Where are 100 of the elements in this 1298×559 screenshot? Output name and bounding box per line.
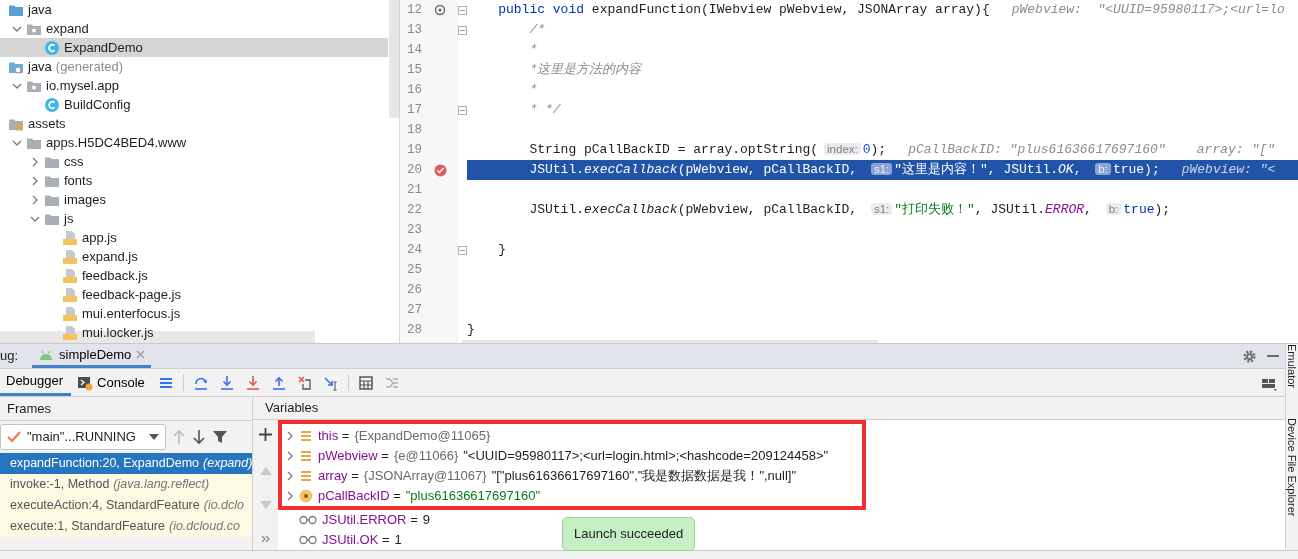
override-icon[interactable] — [434, 4, 446, 16]
line-number: 16 — [406, 82, 422, 99]
line-number: 24 — [406, 242, 422, 259]
session-tab[interactable]: simpleDemo — [32, 344, 152, 368]
tree-item-label[interactable]: assets — [28, 113, 66, 134]
calculator-icon[interactable] — [357, 374, 374, 391]
line-number: 20 — [406, 162, 422, 179]
variable-name[interactable]: this = — [318, 426, 350, 446]
tree-item-label[interactable]: css — [64, 151, 84, 172]
scrollbar[interactable] — [462, 340, 878, 343]
stack-frame[interactable]: expandFunction:20, ExpandDemo (expand) — [0, 453, 252, 474]
close-icon[interactable] — [136, 350, 146, 359]
tool-window-button[interactable]: Device File Explorer — [1286, 418, 1298, 517]
js-file-icon — [62, 229, 78, 246]
tree-item-label[interactable]: fonts — [64, 170, 93, 191]
tree-item-label[interactable]: expand.js — [82, 246, 138, 267]
force-step-into-icon[interactable] — [244, 374, 261, 391]
code-line: String pCallBackID = array.optString( index: 0); — [528, 141, 887, 160]
code-line: JSUtil.execCallback(pWebview, pCallBackID, s1: "打印失败！", JSUtil.ERROR, b: true); — [528, 201, 1171, 220]
drop-frame-icon[interactable] — [296, 374, 313, 391]
variable-name[interactable]: pWebview = — [318, 446, 389, 466]
step-into-icon[interactable] — [218, 374, 235, 391]
variable-name[interactable]: array = — [318, 466, 359, 486]
code-line: *这里是方法的内容 — [528, 61, 642, 80]
run-to-cursor-icon[interactable] — [322, 374, 339, 391]
tree-item-label[interactable]: io.mysel.app — [46, 75, 119, 96]
filter-icon[interactable] — [212, 429, 228, 445]
inline-debug-value: pCallBackID: "plus61636617697160" array: "[" — [908, 141, 1275, 160]
panel-title: ug: — [0, 347, 20, 366]
code-line: public void expandFunction(IWebview pWebview, JSONArray array){ — [497, 1, 990, 20]
fold-icon[interactable] — [458, 25, 467, 35]
code-line: * */ — [528, 101, 561, 120]
object-reference: {e@11066} — [393, 447, 459, 465]
line-number: 26 — [406, 282, 422, 299]
variable-value: 9 — [422, 511, 430, 529]
caret-icon — [149, 434, 159, 440]
scrollbar[interactable] — [389, 0, 399, 118]
stack-frame[interactable]: execute:1, StandardFeature (io.dcloud.co — [0, 516, 252, 537]
line-number: 27 — [406, 302, 422, 319]
fold-icon[interactable] — [458, 105, 467, 115]
code-line: * — [528, 41, 538, 60]
code-line: } — [497, 241, 506, 260]
arrow-down-icon[interactable] — [192, 429, 206, 445]
panel-header: Variables — [265, 399, 319, 418]
tool-window-button[interactable]: Emulator — [1286, 344, 1298, 389]
tree-item-label[interactable]: feedback.js — [82, 265, 148, 286]
code-line: * — [528, 81, 538, 100]
class-icon — [44, 96, 60, 113]
line-number: 21 — [406, 182, 422, 199]
tree-item-label[interactable]: feedback-page.js — [82, 284, 181, 305]
code-line: } — [467, 321, 475, 340]
tree-item-label[interactable]: java — [28, 0, 52, 20]
js-file-icon — [62, 286, 78, 303]
variable-name[interactable]: JSUtil.OK = — [322, 530, 390, 550]
line-number: 18 — [406, 122, 422, 139]
tree-item-label[interactable]: mui.locker.js — [82, 322, 154, 343]
tree-item-note: (generated) — [55, 57, 124, 76]
tree-item-label[interactable]: java — [28, 56, 52, 77]
line-number: 19 — [406, 142, 422, 159]
inline-debug-value: pWebview: "< — [1181, 161, 1276, 180]
object-reference: {ExpandDemo@11065} — [354, 427, 491, 445]
stack-frame[interactable]: invoke:-1, Method (java.lang.reflect) — [0, 474, 252, 495]
panel-header: Frames — [7, 399, 52, 418]
android-icon — [38, 348, 55, 361]
step-out-icon[interactable] — [270, 374, 287, 391]
code-line: /* — [528, 21, 545, 40]
js-file-icon — [62, 305, 78, 322]
js-file-icon — [62, 324, 78, 341]
fold-icon[interactable] — [458, 245, 467, 255]
tree-item-label[interactable]: mui.enterfocus.js — [82, 303, 181, 324]
stack-frame[interactable]: executeAction:4, StandardFeature (io.dclo — [0, 495, 252, 516]
fold-icon[interactable] — [458, 5, 467, 15]
tree-item-label[interactable]: js — [64, 208, 74, 229]
settings-icon[interactable] — [1242, 349, 1257, 364]
variable-name[interactable]: pCallBackID = — [318, 486, 401, 506]
debugger-tab[interactable]: Console — [71, 369, 153, 396]
tree-item-label[interactable]: expand — [46, 18, 89, 39]
object-reference: {JSONArray@11067} — [363, 467, 487, 485]
line-number: 12 — [406, 2, 422, 19]
tree-item-label[interactable]: app.js — [82, 227, 117, 248]
js-file-icon — [62, 267, 78, 284]
launch-tooltip: Launch succeeded — [562, 517, 696, 551]
line-number: 14 — [406, 42, 422, 59]
variable-name[interactable]: JSUtil.ERROR = — [322, 510, 418, 530]
breakpoint-icon[interactable] — [433, 163, 447, 177]
layout-icon[interactable] — [1261, 377, 1277, 391]
line-number: 15 — [406, 62, 422, 79]
add-icon[interactable] — [259, 428, 272, 441]
chevrons-icon[interactable] — [260, 535, 271, 543]
line-number: 22 — [406, 202, 422, 219]
code-line: JSUtil.execCallback(pWebview, pCallBackID, s1: "这里是内容！", JSUtil.OK, b: true); — [528, 161, 1160, 180]
debugger-tab[interactable]: Debugger — [0, 369, 72, 396]
thread-dropdown[interactable]: "main"...RUNNING — [0, 424, 166, 450]
line-number: 25 — [406, 262, 422, 279]
variable-value: 1 — [394, 531, 402, 549]
variable-value: "<UUID=95980117>;<url=login.html>;<hashcode=209124458>" — [463, 447, 829, 465]
tree-item-label[interactable]: images — [64, 189, 106, 210]
js-file-icon — [62, 248, 78, 265]
tree-item-label[interactable]: apps.H5DC4BED4.www — [46, 132, 187, 153]
tree-item-label[interactable]: BuildConfig — [64, 94, 131, 115]
